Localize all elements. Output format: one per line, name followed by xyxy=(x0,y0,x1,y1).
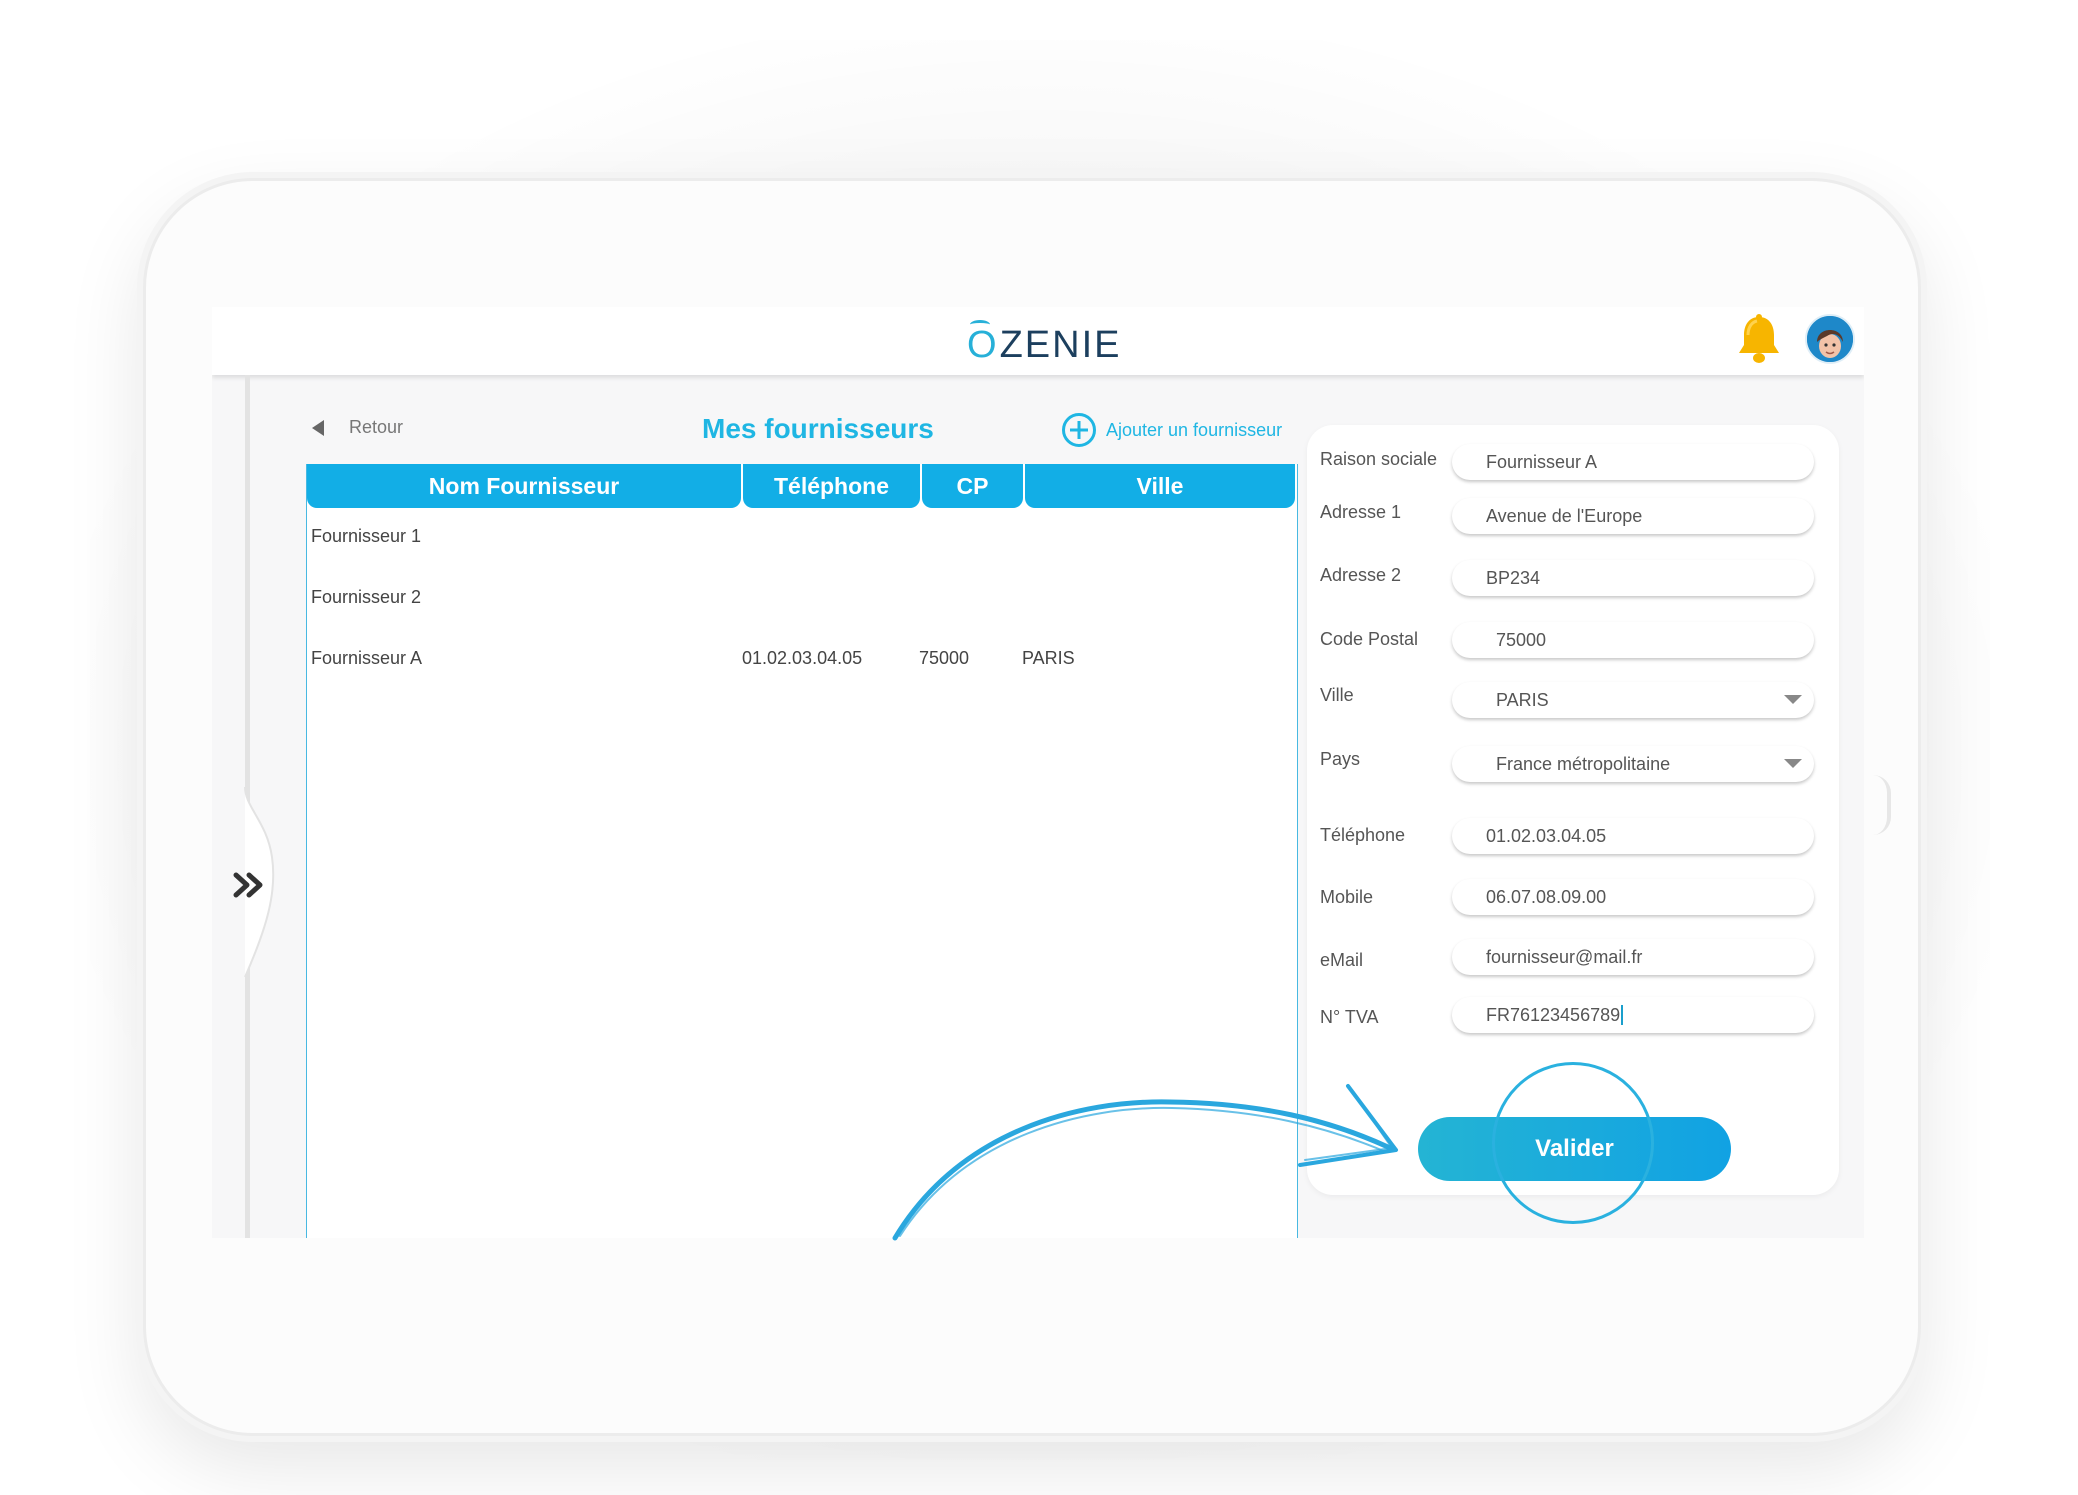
bell-icon[interactable] xyxy=(1734,313,1784,367)
email-input[interactable]: fournisseur@mail.fr xyxy=(1452,939,1814,975)
user-avatar[interactable] xyxy=(1805,314,1855,364)
telephone-value: 01.02.03.04.05 xyxy=(1486,825,1607,846)
drawer-toggle-tab[interactable] xyxy=(212,787,292,977)
adresse-1-input[interactable]: Avenue de l'Europe xyxy=(1452,498,1814,534)
table-row[interactable]: Fournisseur 2 xyxy=(307,569,1297,630)
cell-ville: PARIS xyxy=(1022,648,1075,668)
supplier-form-panel xyxy=(1307,425,1839,1195)
label-raison-sociale: Raison sociale xyxy=(1320,449,1438,469)
email-value: fournisseur@mail.fr xyxy=(1486,946,1643,967)
label-adresse-1: Adresse 1 xyxy=(1320,502,1402,522)
page-title: Mes fournisseurs xyxy=(702,413,934,444)
mobile-value: 06.07.08.09.00 xyxy=(1486,886,1607,907)
top-bar: O ZENIE xyxy=(212,307,1864,375)
table-header: Nom Fournisseur Téléphone CP Ville xyxy=(307,464,1297,508)
cell-telephone: 01.02.03.04.05 xyxy=(742,648,863,668)
tva-value: FR76123456789 xyxy=(1486,1004,1621,1025)
add-supplier-button[interactable]: Ajouter un fournisseur xyxy=(1062,413,1282,447)
code-postal-input[interactable]: 75000 xyxy=(1452,622,1814,658)
pays-value: France métropolitaine xyxy=(1496,753,1671,774)
label-email: eMail xyxy=(1320,950,1364,970)
raison-sociale-input[interactable]: Fournisseur A xyxy=(1452,444,1814,480)
label-adresse-2: Adresse 2 xyxy=(1320,565,1402,585)
text-caret xyxy=(1621,1005,1624,1025)
ville-value: PARIS xyxy=(1496,689,1549,710)
app-screen: O ZENIE Retour Mes fournisseurs Ajouter … xyxy=(212,307,1864,1238)
label-pays: Pays xyxy=(1320,749,1361,769)
triangle-left-icon xyxy=(312,419,324,436)
suppliers-table: Nom Fournisseur Téléphone CP Ville Fourn… xyxy=(306,464,1298,1238)
valider-button[interactable]: Valider xyxy=(1418,1117,1731,1181)
app-logo: O ZENIE xyxy=(967,319,1121,367)
avatar-face-icon xyxy=(1807,316,1853,362)
column-header-cp[interactable]: CP xyxy=(922,464,1023,508)
label-tva: N° TVA xyxy=(1320,1007,1379,1027)
code-postal-value: 75000 xyxy=(1496,629,1547,650)
label-mobile: Mobile xyxy=(1320,887,1374,907)
label-telephone: Téléphone xyxy=(1320,825,1406,845)
label-ville: Ville xyxy=(1320,685,1354,705)
cell-nom: Fournisseur 1 xyxy=(311,526,422,546)
add-supplier-label: Ajouter un fournisseur xyxy=(1106,419,1283,440)
adresse-2-value: BP234 xyxy=(1486,567,1541,588)
column-header-ville[interactable]: Ville xyxy=(1025,464,1295,508)
logo-o-letter: O xyxy=(967,320,999,366)
cell-nom: Fournisseur A xyxy=(311,648,423,668)
ville-select[interactable]: PARIS xyxy=(1452,682,1814,718)
raison-sociale-value: Fournisseur A xyxy=(1486,451,1598,472)
back-label: Retour xyxy=(349,417,404,437)
table-row[interactable]: Fournisseur 1 xyxy=(307,508,1297,569)
pays-select[interactable]: France métropolitaine xyxy=(1452,746,1814,782)
mobile-input[interactable]: 06.07.08.09.00 xyxy=(1452,879,1814,915)
column-header-nom[interactable]: Nom Fournisseur xyxy=(307,464,741,508)
adresse-1-value: Avenue de l'Europe xyxy=(1486,505,1643,526)
label-code-postal: Code Postal xyxy=(1320,629,1419,649)
column-header-telephone[interactable]: Téléphone xyxy=(743,464,920,508)
logo-text: ZENIE xyxy=(999,324,1122,366)
cell-nom: Fournisseur 2 xyxy=(311,587,422,607)
tva-input[interactable]: FR76123456789 xyxy=(1452,997,1814,1033)
telephone-input[interactable]: 01.02.03.04.05 xyxy=(1452,818,1814,854)
back-link[interactable]: Retour xyxy=(312,417,403,438)
tablet-side-button xyxy=(1873,775,1891,835)
adresse-2-input[interactable]: BP234 xyxy=(1452,560,1814,596)
plus-circle-icon xyxy=(1062,413,1096,447)
cell-cp: 75000 xyxy=(919,648,970,668)
table-row[interactable]: Fournisseur A 01.02.03.04.05 75000 PARIS xyxy=(307,630,1297,691)
